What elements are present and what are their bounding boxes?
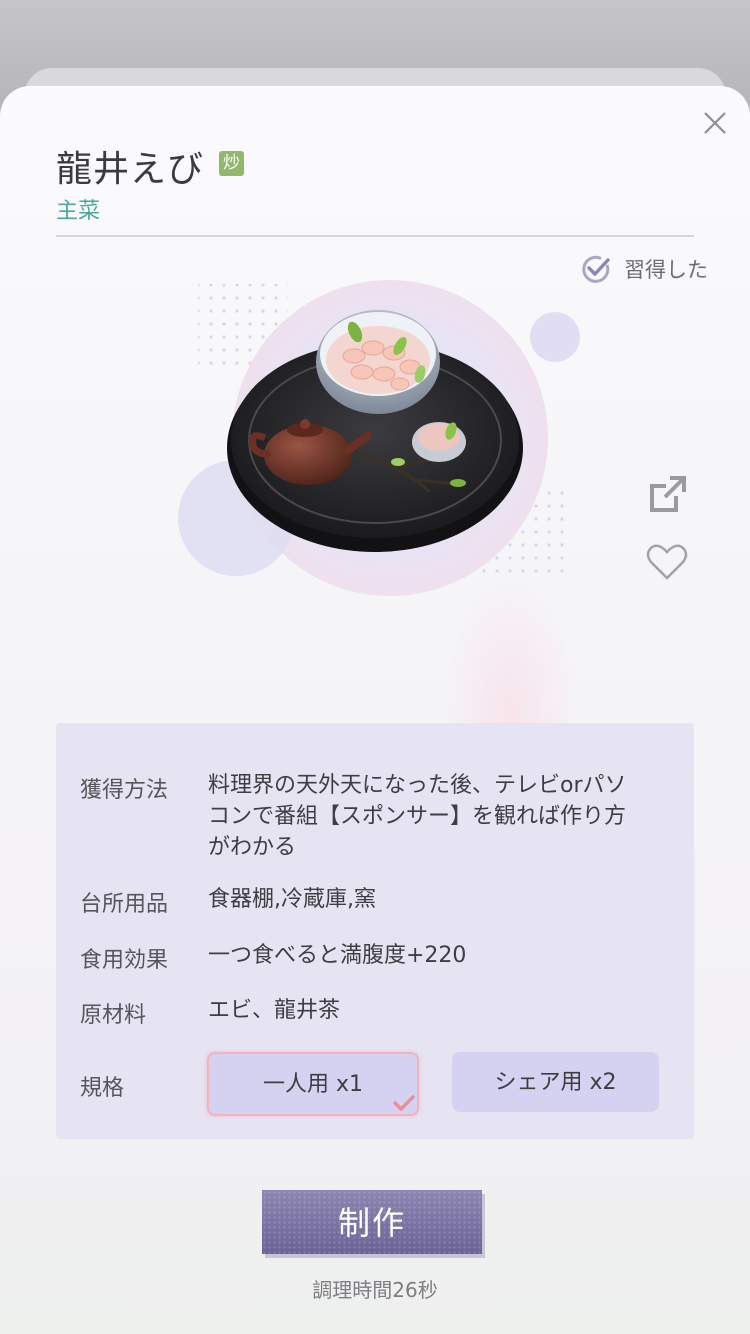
effect-value: 一つ食べると満腹度+220 [208,943,467,968]
learned-label: 習得した [624,258,708,282]
acquire-method-label: 獲得方法 [80,778,169,803]
kitchenware-value: 食器棚,冷蔵庫,窯 [208,887,376,912]
spec-option-single[interactable]: 一人用 x1 [207,1052,419,1116]
cook-time: 調理時間26秒 [312,1278,438,1302]
close-icon[interactable] [700,108,730,138]
dish-category: 主菜 [56,199,101,224]
effect-label: 食用効果 [80,948,169,973]
ingredients-label: 原材料 [80,1003,147,1028]
ingredients-value: エビ、龍井茶 [208,998,341,1023]
share-icon[interactable] [648,474,688,514]
heart-icon[interactable] [646,542,688,582]
cooking-method-badge: 炒 [219,151,244,176]
make-button[interactable]: 制作 [262,1190,482,1254]
dish-image [178,280,580,596]
acquire-method-line: がわかる [208,835,297,860]
acquire-method-line: 料理界の天外天になった後、テレビorパソ [208,773,627,798]
spec-option-label: シェア用 x2 [494,1070,617,1095]
acquire-method-value: 料理界の天外天になった後、テレビorパソ コンで番組【スポンサー】を観れば作り方… [208,770,627,863]
spec-option-share[interactable]: シェア用 x2 [452,1052,659,1112]
acquire-method-line: コンで番組【スポンサー】を観れば作り方 [208,804,627,829]
spec-option-label: 一人用 x1 [262,1072,363,1097]
dish-title: 龍井えび [56,149,205,190]
check-icon [393,1095,415,1111]
spec-label: 規格 [80,1076,125,1101]
header-divider [56,235,694,237]
kitchenware-label: 台所用品 [80,892,169,917]
